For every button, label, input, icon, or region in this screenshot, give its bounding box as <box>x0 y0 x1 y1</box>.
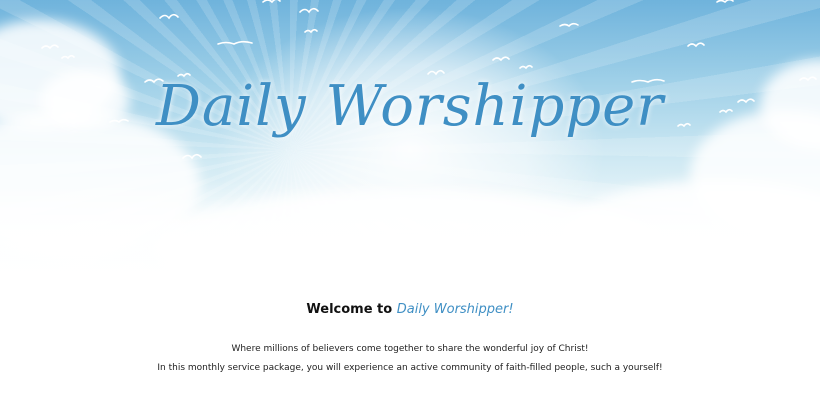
bird-icon <box>61 54 75 60</box>
intro-line-2: In this monthly service package, you wil… <box>157 363 663 373</box>
bird-icon <box>304 28 318 34</box>
welcome-heading: Welcome to Daily Worshipper! <box>0 302 820 317</box>
bird-icon <box>159 13 179 20</box>
bird-icon <box>716 0 734 4</box>
bird-icon <box>182 153 202 160</box>
site-logo: Daily Worshipper <box>155 74 665 139</box>
bird-icon <box>559 22 579 28</box>
bird-icon <box>519 64 533 70</box>
bird-icon <box>41 44 59 50</box>
bird-icon <box>492 56 510 62</box>
intro-line-1: Where millions of believers come togethe… <box>231 344 589 354</box>
bird-icon <box>262 0 281 4</box>
hero-banner: Daily Worshipper <box>0 0 820 290</box>
welcome-brand: Daily Worshipper! <box>396 302 514 317</box>
bird-icon <box>687 42 705 48</box>
bird-icon <box>217 40 253 45</box>
welcome-prefix: Welcome to <box>306 302 397 317</box>
hero-fade <box>0 180 820 290</box>
page: Daily Worshipper Welcome to Daily Worshi… <box>0 0 820 414</box>
bird-icon <box>299 7 319 14</box>
